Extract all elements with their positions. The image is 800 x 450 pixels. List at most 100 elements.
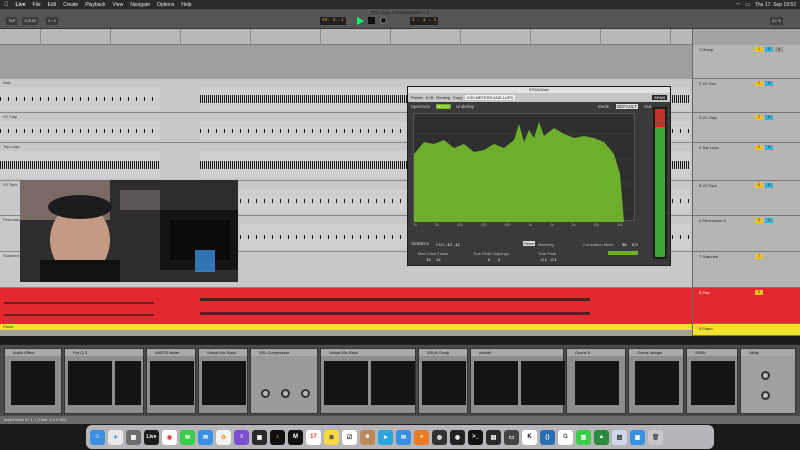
tempo-field[interactable]: 128.00 <box>22 17 39 25</box>
gain-knob[interactable] <box>761 371 770 380</box>
device-title[interactable]: SSL Compressor <box>251 349 317 356</box>
track-activator[interactable]: 6 <box>755 218 763 223</box>
threshold-knob[interactable] <box>261 389 270 398</box>
device-title[interactable]: Ozone 9 <box>567 349 625 356</box>
device-invisibl[interactable]: invisibl <box>470 348 565 414</box>
meter-mode-select[interactable]: K20 METERS AND LUFS <box>465 95 515 100</box>
track-activator[interactable]: 7 <box>755 254 763 259</box>
track-activator[interactable]: 5 <box>755 183 763 188</box>
menu-options[interactable]: Options <box>157 2 174 8</box>
tap-button[interactable]: TAP <box>6 17 18 25</box>
apple-icon[interactable]:  <box>4 2 9 8</box>
screen-icon[interactable]: ▭ <box>504 429 519 445</box>
chrome-icon[interactable]: ◉ <box>162 429 177 445</box>
contacts-icon[interactable]: ☻ <box>360 429 375 445</box>
routing-button[interactable]: Routing <box>436 95 450 100</box>
loop-end-field[interactable]: 1 . 1 . 1 <box>410 17 439 25</box>
g-icon[interactable]: G <box>558 429 573 445</box>
terminal2-icon[interactable]: ▤ <box>486 429 501 445</box>
solo-button[interactable]: S <box>765 218 773 223</box>
reminders-icon[interactable]: ☑ <box>342 429 357 445</box>
menu-app-name[interactable]: Live <box>16 2 26 8</box>
app-icon[interactable]: ▣ <box>252 429 267 445</box>
mode-select[interactable]: DEFAULT <box>616 104 638 109</box>
launchpad-icon[interactable]: ▦ <box>126 429 141 445</box>
track-activator[interactable]: 2 <box>755 81 763 86</box>
device-title[interactable]: Ozone Imager <box>629 349 683 356</box>
track-header-group[interactable]: 1 Group 1 S ● <box>693 45 800 79</box>
telegram-icon[interactable]: ➤ <box>378 429 393 445</box>
terminal-icon[interactable]: >_ <box>468 429 483 445</box>
device-title[interactable]: SPAN <box>687 349 737 356</box>
track-activator[interactable]: 3 <box>755 115 763 120</box>
track-name[interactable]: 5 V2 Tops <box>699 183 717 188</box>
solo-button[interactable]: S <box>765 183 773 188</box>
track-header-clap[interactable]: 3 V2 Clap 3 S <box>693 113 800 143</box>
record-button[interactable] <box>380 17 387 24</box>
kontakt-icon[interactable]: K <box>522 429 537 445</box>
device-title[interactable]: VASTR Meter <box>147 349 195 356</box>
device-title[interactable]: Virtual Mix Rack <box>199 349 247 356</box>
device-title[interactable]: Utility <box>741 349 795 356</box>
hold-button[interactable]: HOLD <box>436 104 451 109</box>
device-span[interactable]: SPAN <box>686 348 738 414</box>
play-button[interactable] <box>357 17 364 25</box>
blender-icon[interactable]: ◕ <box>414 429 429 445</box>
underlay-toggle[interactable]: Underlay <box>456 104 474 109</box>
menu-edit[interactable]: Edit <box>48 2 57 8</box>
numbers-icon[interactable]: ▥ <box>576 429 591 445</box>
spectrum-graph[interactable] <box>413 113 636 222</box>
device-ssln-comp[interactable]: SSLN Comp <box>418 348 468 414</box>
track-header-tops[interactable]: 5 V2 Tops 5 S <box>693 181 800 216</box>
track-name[interactable]: 2 V2 Kick <box>699 81 716 86</box>
obs-icon[interactable]: ◍ <box>432 429 447 445</box>
lane-piano[interactable]: Piano <box>0 324 692 330</box>
live-icon[interactable]: Live <box>144 429 159 445</box>
menu-file[interactable]: File <box>33 2 41 8</box>
track-header-top-loop[interactable]: 4 Top Loop 4 S <box>693 143 800 181</box>
mail-icon[interactable]: ✉ <box>198 429 213 445</box>
stacks-icon[interactable]: ≡ <box>234 429 249 445</box>
reset-button[interactable]: Reset <box>523 241 536 246</box>
mail2-icon[interactable]: ✉ <box>396 429 411 445</box>
device-title[interactable]: Virtual Mix Rack <box>321 349 415 356</box>
preview-icon[interactable]: ▧ <box>612 429 627 445</box>
menu-playback[interactable]: Playback <box>85 2 105 8</box>
device-title[interactable]: invisibl <box>471 349 563 356</box>
photos-icon[interactable]: ✿ <box>216 429 231 445</box>
track-activator[interactable]: 4 <box>755 145 763 150</box>
device-title[interactable]: Pro-Q 3 <box>65 349 143 356</box>
solo-button[interactable]: S <box>765 81 773 86</box>
lane-pad[interactable] <box>0 288 692 324</box>
battery-icon[interactable]: ▭ <box>745 2 750 8</box>
device-vastr-meter[interactable]: VASTR Meter <box>146 348 196 414</box>
track-name[interactable]: 7 Scanned <box>699 254 718 259</box>
clock[interactable]: Thu 17. Sep 19:52 <box>755 2 796 8</box>
device-ssl-compressor[interactable]: SSL Compressor <box>250 348 318 414</box>
menu-view[interactable]: View <box>113 2 124 8</box>
preset-button[interactable]: Preset <box>411 95 423 100</box>
makeup-knob[interactable] <box>301 389 310 398</box>
trash-icon[interactable]: 🗑 <box>648 429 663 445</box>
eye-icon[interactable]: ◉ <box>450 429 465 445</box>
monitor-icon[interactable]: ▲ <box>594 429 609 445</box>
finder-icon[interactable]: ☺ <box>90 429 105 445</box>
arm-button[interactable]: ● <box>775 47 783 52</box>
balance-knob[interactable] <box>761 391 770 400</box>
track-header-kick[interactable]: 2 V2 Kick 2 S <box>693 79 800 113</box>
track-name[interactable]: 1 Group <box>699 47 713 52</box>
signature-field[interactable]: 4 / 4 <box>46 17 58 25</box>
finder2-icon[interactable]: ▣ <box>630 429 645 445</box>
notes-icon[interactable]: ≣ <box>324 429 339 445</box>
track-header-scanned[interactable]: 7 Scanned 7 <box>693 252 800 288</box>
solo-button[interactable]: S <box>765 145 773 150</box>
track-activator[interactable]: 8 <box>755 290 763 295</box>
position-field[interactable]: 93. 3. 1 <box>320 17 346 25</box>
ratio-knob[interactable] <box>281 389 290 398</box>
menu-navigate[interactable]: Navigate <box>130 2 150 8</box>
ableton-icon[interactable]: M <box>288 429 303 445</box>
stop-button[interactable] <box>368 17 375 24</box>
track-activator[interactable]: 1 <box>755 47 763 52</box>
wifi-icon[interactable]: ◠ <box>736 2 740 8</box>
calendar-icon[interactable]: 17 <box>306 429 321 445</box>
